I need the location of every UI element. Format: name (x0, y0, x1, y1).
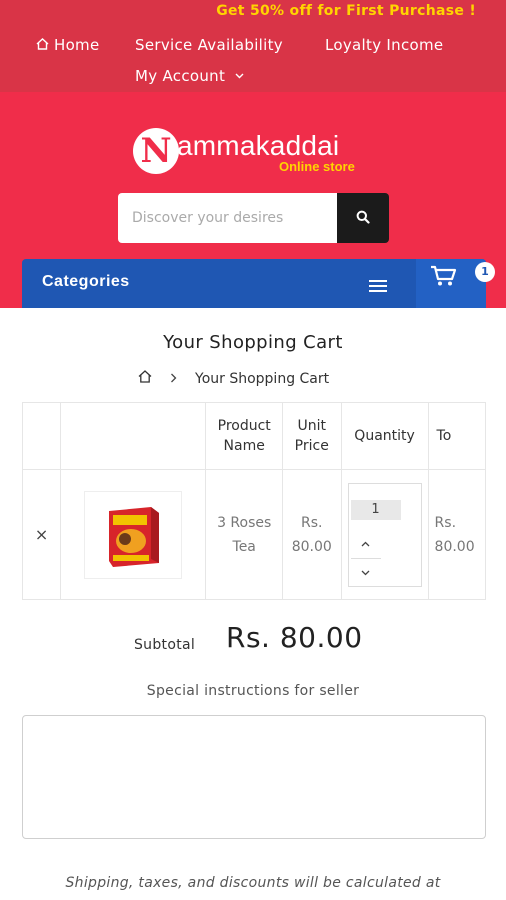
shipping-note: Shipping, taxes, and discounts will be c… (65, 875, 441, 891)
subtotal-value: Rs. 80.00 (226, 621, 363, 654)
search-bar (118, 193, 389, 243)
column-header-image (60, 402, 207, 470)
table-row: × 3 Roses Tea Rs. 80.00 1 Rs. 80.00 (22, 469, 486, 600)
column-header-quantity: Quantity (340, 402, 429, 470)
search-input[interactable] (118, 193, 337, 243)
table-header-row: Product Name Unit Price Quantity To (22, 402, 486, 470)
chevron-down-icon (235, 71, 244, 82)
nav-home-label: Home (54, 36, 100, 54)
cart-count-badge: 1 (475, 262, 495, 282)
unit-price: Rs. 80.00 (281, 469, 342, 600)
subtotal-label: Subtotal (134, 637, 196, 653)
quantity-input[interactable]: 1 (350, 499, 401, 520)
cart-icon (430, 265, 458, 291)
logo-subtitle: Online store (279, 159, 355, 174)
product-name[interactable]: 3 Roses Tea (205, 469, 283, 600)
quantity-stepper: 1 (347, 482, 422, 587)
breadcrumb-current: Your Shopping Cart (195, 370, 330, 387)
instructions-label: Special instructions for seller (146, 683, 360, 699)
categories-label[interactable]: Categories (42, 273, 130, 291)
site-logo[interactable]: N ammakaddai Online store (133, 126, 373, 178)
home-icon[interactable] (138, 370, 152, 387)
search-button[interactable] (337, 193, 389, 243)
column-header-product: Product Name (205, 402, 283, 470)
logo-text: ammakaddai (177, 130, 340, 161)
promo-banner: Get 50% off for First Purchase ! (216, 3, 476, 19)
cart-button[interactable]: 1 (416, 259, 495, 308)
decrease-quantity-button[interactable] (350, 557, 381, 584)
search-icon (356, 209, 370, 228)
instructions-textarea[interactable] (22, 715, 486, 839)
remove-item-button[interactable]: × (22, 469, 62, 600)
product-image-cell (60, 469, 207, 600)
breadcrumb-separator-icon (170, 371, 177, 387)
cart-table: Product Name Unit Price Quantity To × 3 … (22, 402, 486, 600)
page-title: Your Shopping Cart (163, 332, 343, 353)
breadcrumb: Your Shopping Cart (138, 370, 329, 387)
nav-home[interactable]: Home (36, 36, 100, 54)
categories-bar: Categories 1 (22, 259, 495, 308)
chevron-down-icon (361, 570, 370, 575)
logo-mark: N (133, 128, 179, 174)
column-header-unit-price: Unit Price (281, 402, 342, 470)
nav-my-account[interactable]: My Account (135, 67, 244, 85)
increase-quantity-button[interactable] (351, 530, 381, 556)
line-total: Rs. 80.00 (427, 469, 486, 600)
column-header-total: To (427, 402, 486, 470)
home-icon (36, 36, 49, 54)
product-image[interactable] (84, 490, 183, 579)
header: N ammakaddai Online store Categories 1 (0, 92, 506, 308)
menu-icon[interactable] (369, 280, 387, 295)
quantity-cell: 1 (340, 469, 429, 600)
nav-service-availability[interactable]: Service Availability (135, 36, 283, 54)
nav-account-label: My Account (135, 67, 226, 85)
chevron-up-icon (361, 541, 370, 546)
top-bar: Get 50% off for First Purchase ! Home Se… (0, 0, 506, 92)
nav-loyalty-income[interactable]: Loyalty Income (325, 36, 443, 54)
column-header-remove (22, 402, 62, 470)
